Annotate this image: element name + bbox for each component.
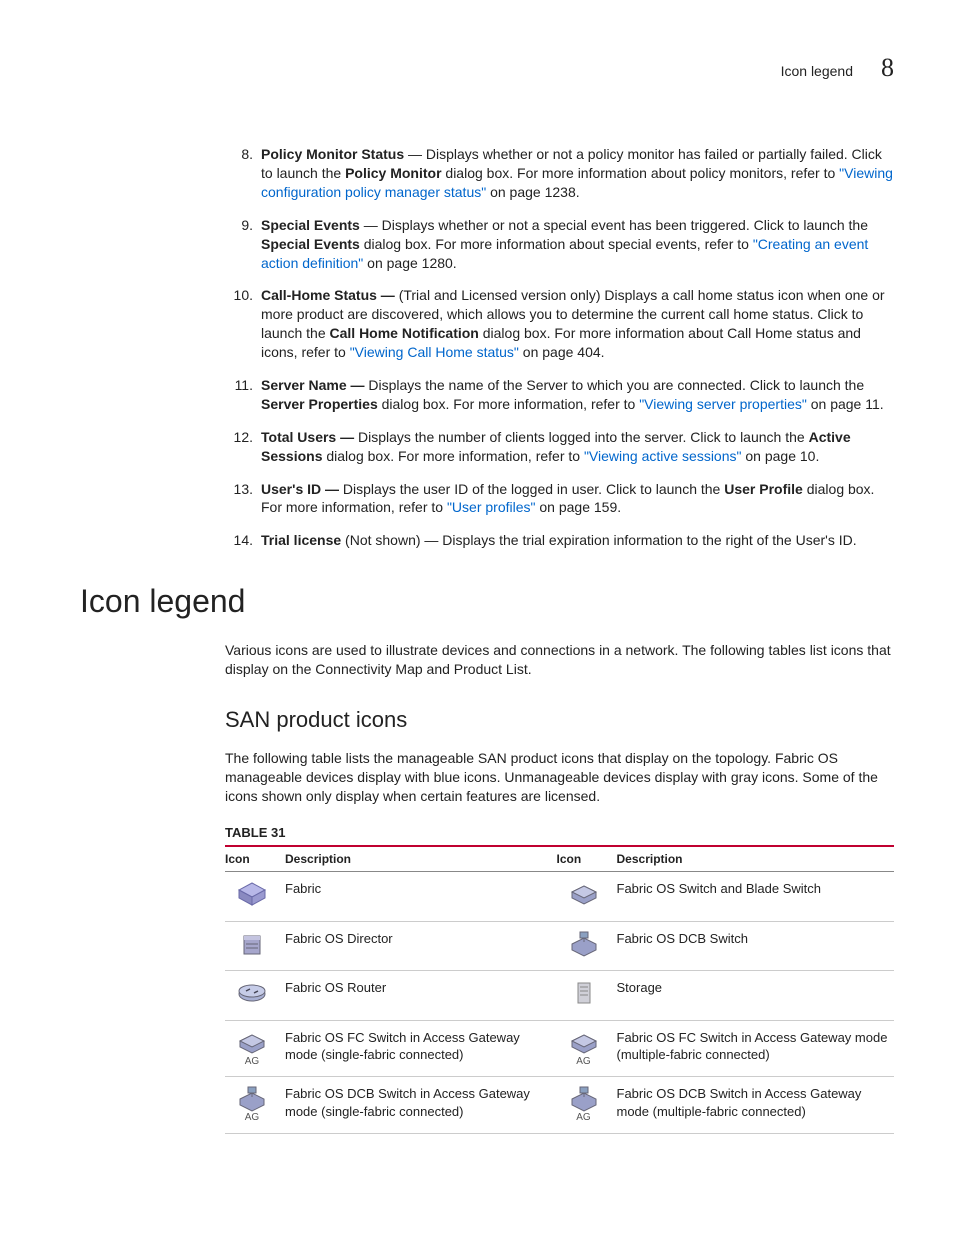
table-row: AG Fabric OS FC Switch in Access Gateway … <box>225 1020 894 1077</box>
description-cell: Fabric OS Director <box>285 921 557 971</box>
product-icon <box>568 979 600 1007</box>
item-number: 13. <box>225 480 261 518</box>
item-lead: Special Events <box>261 217 360 233</box>
item-number: 8. <box>225 145 261 202</box>
table-row: AG Fabric OS DCB Switch in Access Gateway… <box>225 1077 894 1134</box>
icon-cell <box>557 971 617 1021</box>
list-item: 14.Trial license (Not shown) — Displays … <box>225 531 894 550</box>
description-cell: Fabric <box>285 872 557 922</box>
item-dialog-name: Special Events <box>261 236 360 252</box>
description-cell: Fabric OS DCB Switch in Access Gateway m… <box>285 1077 557 1134</box>
section-intro: Various icons are used to illustrate dev… <box>225 641 894 679</box>
product-icon <box>568 930 600 958</box>
icon-cell <box>557 921 617 971</box>
list-item: 8.Policy Monitor Status — Displays wheth… <box>225 145 894 202</box>
item-body: Special Events — Displays whether or not… <box>261 216 894 273</box>
ag-label: AG <box>568 1055 600 1069</box>
list-item: 12.Total Users — Displays the number of … <box>225 428 894 466</box>
subsection-heading: SAN product icons <box>225 705 894 735</box>
item-body: Trial license (Not shown) — Displays the… <box>261 531 894 550</box>
table-caption: TABLE 31 <box>225 824 894 842</box>
ag-label: AG <box>236 1111 268 1125</box>
item-lead: Trial license <box>261 532 341 548</box>
item-lead: Server Name — <box>261 377 365 393</box>
item-number: 11. <box>225 376 261 414</box>
item-number: 9. <box>225 216 261 273</box>
item-number: 12. <box>225 428 261 466</box>
description-cell: Fabric OS DCB Switch in Access Gateway m… <box>617 1077 895 1134</box>
page-header: Icon legend 8 <box>80 50 894 85</box>
list-item: 13.User's ID — Displays the user ID of t… <box>225 480 894 518</box>
product-icon: AG <box>236 1029 268 1069</box>
item-body: Server Name — Displays the name of the S… <box>261 376 894 414</box>
item-body: User's ID — Displays the user ID of the … <box>261 480 894 518</box>
item-body: Total Users — Displays the number of cli… <box>261 428 894 466</box>
list-item: 9.Special Events — Displays whether or n… <box>225 216 894 273</box>
item-dialog-name: Call Home Notification <box>330 325 479 341</box>
header-title: Icon legend <box>781 62 853 81</box>
section-heading: Icon legend <box>80 580 894 623</box>
item-body: Call-Home Status — (Trial and Licensed v… <box>261 286 894 362</box>
product-icon <box>236 880 268 908</box>
product-icon: AG <box>568 1029 600 1069</box>
icon-cell <box>557 872 617 922</box>
ag-label: AG <box>568 1111 600 1125</box>
description-cell: Fabric OS FC Switch in Access Gateway mo… <box>617 1020 895 1077</box>
product-icon: AG <box>236 1085 268 1125</box>
item-dialog-name: Policy Monitor <box>345 165 441 181</box>
item-number: 14. <box>225 531 261 550</box>
cross-ref-link[interactable]: "Viewing Call Home status" <box>350 344 519 360</box>
list-item: 10.Call-Home Status — (Trial and License… <box>225 286 894 362</box>
th-desc: Description <box>617 846 895 872</box>
product-icon <box>236 979 268 1007</box>
cross-ref-link[interactable]: "User profiles" <box>447 499 536 515</box>
item-dialog-name: Server Properties <box>261 396 378 412</box>
icon-cell <box>225 921 285 971</box>
subsection-intro: The following table lists the manageable… <box>225 749 894 806</box>
list-item: 11.Server Name — Displays the name of th… <box>225 376 894 414</box>
description-cell: Fabric OS Router <box>285 971 557 1021</box>
icon-cell: AG <box>557 1077 617 1134</box>
th-icon: Icon <box>557 846 617 872</box>
item-number: 10. <box>225 286 261 362</box>
chapter-number: 8 <box>881 50 894 85</box>
item-dialog-name: User Profile <box>724 481 803 497</box>
product-icon <box>568 880 600 908</box>
cross-ref-link[interactable]: "Viewing active sessions" <box>584 448 742 464</box>
icon-cell: AG <box>557 1020 617 1077</box>
table-row: Fabric OS Director Fabric OS DCB Switch <box>225 921 894 971</box>
item-lead: Policy Monitor Status <box>261 146 404 162</box>
th-icon: Icon <box>225 846 285 872</box>
icon-legend-table: Icon Description Icon Description Fabric… <box>225 845 894 1134</box>
status-list: 8.Policy Monitor Status — Displays wheth… <box>225 145 894 550</box>
table-row: Fabric OS Router Storage <box>225 971 894 1021</box>
icon-cell <box>225 971 285 1021</box>
description-cell: Fabric OS DCB Switch <box>617 921 895 971</box>
item-lead: Call-Home Status — <box>261 287 395 303</box>
item-lead: Total Users — <box>261 429 354 445</box>
table-row: Fabric Fabric OS Switch and Blade Switch <box>225 872 894 922</box>
product-icon <box>236 930 268 958</box>
item-body: Policy Monitor Status — Displays whether… <box>261 145 894 202</box>
icon-cell <box>225 872 285 922</box>
description-cell: Storage <box>617 971 895 1021</box>
product-icon: AG <box>568 1085 600 1125</box>
icon-cell: AG <box>225 1077 285 1134</box>
description-cell: Fabric OS FC Switch in Access Gateway mo… <box>285 1020 557 1077</box>
description-cell: Fabric OS Switch and Blade Switch <box>617 872 895 922</box>
cross-ref-link[interactable]: "Viewing server properties" <box>639 396 807 412</box>
ag-label: AG <box>236 1055 268 1069</box>
th-desc: Description <box>285 846 557 872</box>
icon-cell: AG <box>225 1020 285 1077</box>
item-lead: User's ID — <box>261 481 339 497</box>
